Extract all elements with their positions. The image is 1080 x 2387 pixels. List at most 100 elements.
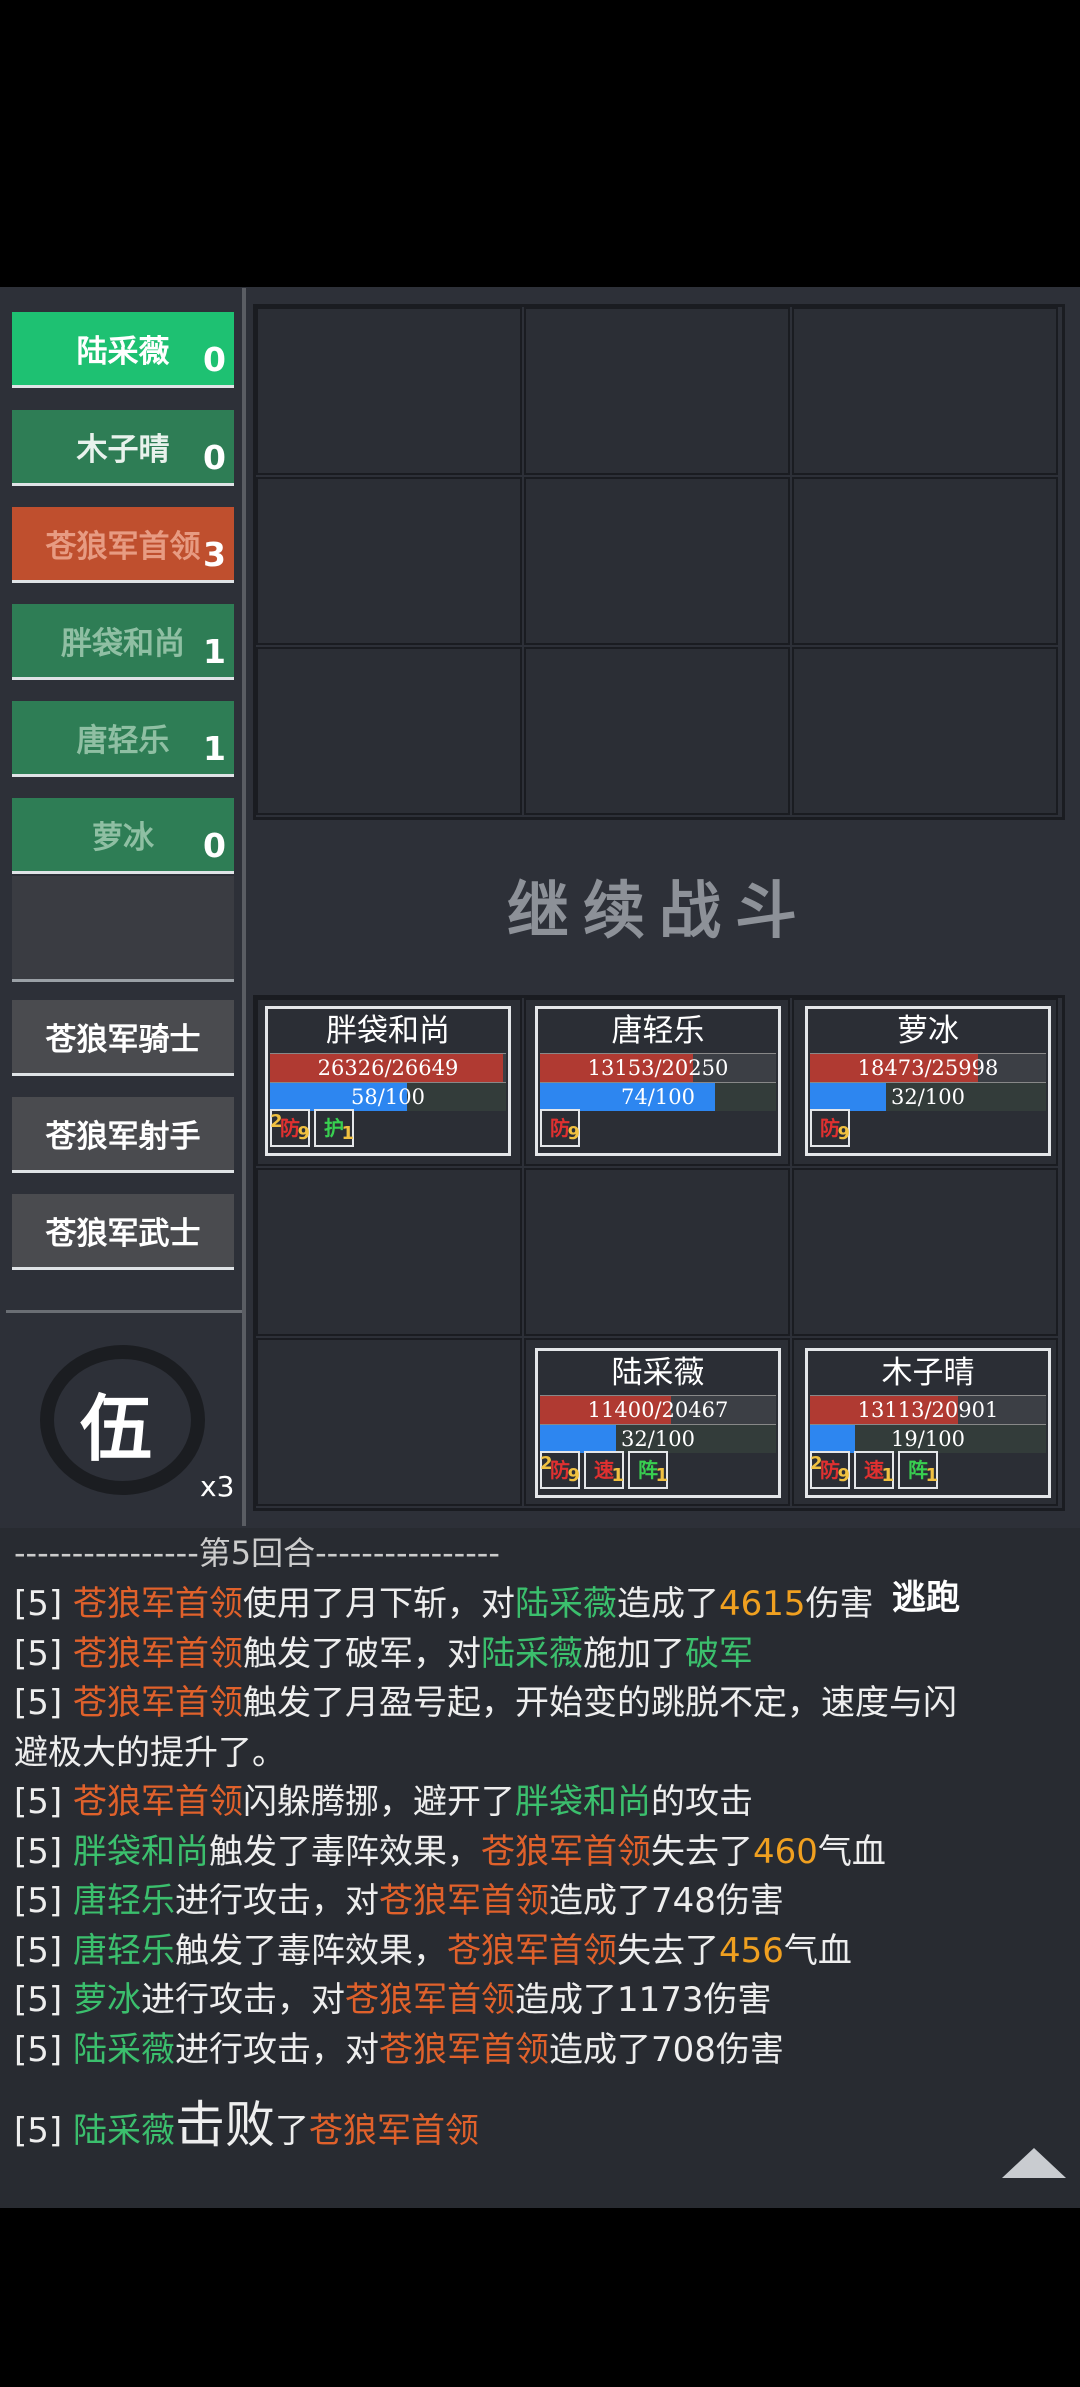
log-segment: 苍狼军首领: [72, 1584, 243, 1624]
hp-bar: 11400/20467: [540, 1395, 776, 1424]
grid-cell[interactable]: [792, 477, 1058, 645]
flee-button[interactable]: 逃跑: [892, 1570, 960, 1619]
buff-badge[interactable]: 防29: [810, 1451, 850, 1489]
turn-count: 0: [203, 340, 226, 379]
log-segment: 伤害: [805, 1584, 874, 1624]
buff-level: 9: [567, 1465, 580, 1486]
log-line: [5] 唐轻乐进行攻击，对苍狼军首领造成了748伤害: [14, 1873, 784, 1922]
grid-cell[interactable]: [256, 477, 522, 645]
log-segment: 了: [274, 2111, 309, 2151]
round-header: ----------------第5回合----------------: [14, 1534, 500, 1572]
mp-bar: 32/100: [540, 1424, 776, 1453]
buff-badge[interactable]: 防9: [810, 1109, 850, 1147]
log-line: [5] 苍狼军首领触发了月盈号起，开始变的跳脱不定，速度与闪: [14, 1675, 957, 1724]
buff-badge[interactable]: 阵1: [628, 1451, 668, 1489]
grid-cell[interactable]: [524, 477, 790, 645]
scroll-up-icon[interactable]: [1002, 2148, 1066, 2178]
turn-count: 1: [203, 632, 226, 671]
log-segment: 使用了月下斩，对: [242, 1584, 515, 1624]
buff-list: 防29速1阵1: [810, 1451, 938, 1493]
log-segment: 苍狼军首领: [72, 1633, 243, 1674]
enemy-item-1[interactable]: 苍狼军射手: [12, 1097, 234, 1173]
buff-badge[interactable]: 防29: [540, 1451, 580, 1489]
log-segment: 进行攻击，对: [174, 2029, 379, 2070]
buff-badge[interactable]: 速1: [854, 1451, 894, 1489]
turn-name: 胖袋和尚: [61, 626, 185, 662]
grid-cell[interactable]: [524, 647, 790, 815]
log-line: [5] 苍狼军首领使用了月下斩，对陆采薇造成了4615伤害: [14, 1576, 874, 1625]
log-segment: 陆采薇: [72, 2111, 175, 2151]
mp-bar: 74/100: [540, 1082, 776, 1111]
log-segment: [5]: [14, 1980, 73, 2020]
grid-cell[interactable]: [792, 307, 1058, 475]
turn-item-2[interactable]: 苍狼军首领 3: [12, 507, 234, 583]
buff-stack: 2: [540, 1453, 553, 1474]
hero-name: 胖袋和尚: [326, 1013, 450, 1049]
hero-card-2[interactable]: 萝冰 18473/25998 32/100 防9: [805, 1006, 1051, 1156]
buff-badge[interactable]: 防29: [270, 1109, 310, 1147]
buff-badge[interactable]: 阵1: [898, 1451, 938, 1489]
log-segment: [5]: [14, 1633, 73, 1674]
grid-cell[interactable]: [792, 1168, 1058, 1336]
grid-cell[interactable]: [524, 1168, 790, 1336]
log-segment: 陆采薇: [72, 2029, 175, 2070]
hero-card-1[interactable]: 唐轻乐 13153/20250 74/100 防9: [535, 1006, 781, 1156]
log-segment: 触发了破军，对: [242, 1633, 481, 1674]
turn-item-0[interactable]: 陆采薇 0: [12, 312, 234, 388]
mp-bar: 58/100: [270, 1082, 506, 1111]
hero-name: 唐轻乐: [611, 1013, 705, 1049]
turn-name: 苍狼军首领: [45, 529, 201, 565]
buff-badge[interactable]: 防9: [540, 1109, 580, 1147]
turn-count: 0: [203, 826, 226, 865]
grid-cell[interactable]: [256, 1338, 522, 1506]
turn-count: 1: [203, 729, 226, 768]
grid-cell[interactable]: [524, 307, 790, 475]
log-segment: 破军: [684, 1633, 753, 1674]
hp-text: 13113/20901: [857, 1398, 999, 1422]
log-segment: 456: [718, 1930, 784, 1971]
buff-badge[interactable]: 速1: [584, 1451, 624, 1489]
buff-level: 9: [567, 1123, 580, 1144]
grid-cell[interactable]: [792, 647, 1058, 815]
turn-slot-empty: [12, 876, 234, 982]
buff-level: 1: [881, 1465, 894, 1486]
turn-item-1[interactable]: 木子晴 0: [12, 410, 234, 486]
grid-cell[interactable]: [256, 647, 522, 815]
log-segment: [5]: [14, 1831, 73, 1872]
turn-item-3[interactable]: 胖袋和尚 1: [12, 604, 234, 680]
log-segment: 触发了月盈号起，开始变的跳脱不定，速度与闪: [242, 1683, 957, 1723]
turn-name: 陆采薇: [76, 334, 170, 370]
turn-count: 3: [203, 535, 226, 574]
grid-cell[interactable]: [256, 307, 522, 475]
log-segment: 的攻击: [650, 1782, 753, 1822]
enemy-item-0[interactable]: 苍狼军骑士: [12, 1000, 234, 1076]
buff-badge[interactable]: 护1: [314, 1109, 354, 1147]
log-segment: 触发了毒阵效果，: [174, 1930, 447, 1971]
hp-text: 26326/26649: [317, 1056, 459, 1080]
buff-level: 1: [655, 1465, 668, 1486]
hero-card-0[interactable]: 胖袋和尚 26326/26649 58/100 防29护1: [265, 1006, 511, 1156]
log-segment: [5]: [14, 1584, 73, 1624]
log-segment: 胖袋和尚: [514, 1782, 651, 1822]
hp-bar: 26326/26649: [270, 1053, 506, 1082]
mp-bar: 32/100: [810, 1082, 1046, 1111]
log-segment: 气血: [783, 1930, 852, 1971]
turn-item-4[interactable]: 唐轻乐 1: [12, 701, 234, 777]
continue-battle-button[interactable]: 继续战斗: [253, 860, 1065, 950]
log-segment: 胖袋和尚: [72, 1831, 209, 1872]
turn-item-5[interactable]: 萝冰 0: [12, 798, 234, 874]
log-segment: 苍狼军首领: [378, 1881, 549, 1921]
enemy-item-2[interactable]: 苍狼军武士: [12, 1194, 234, 1270]
enemy-name: 苍狼军武士: [45, 1216, 201, 1252]
log-segment: 460: [752, 1831, 818, 1872]
log-segment: 唐轻乐: [72, 1881, 175, 1921]
log-segment: [5]: [14, 1930, 73, 1971]
enemy-name: 苍狼军射手: [45, 1119, 201, 1155]
hp-text: 11400/20467: [587, 1398, 729, 1422]
grid-cell[interactable]: [256, 1168, 522, 1336]
log-segment: 造成了708伤害: [548, 2029, 784, 2070]
hero-card-4[interactable]: 木子晴 13113/20901 19/100 防29速1阵1: [805, 1348, 1051, 1498]
hero-card-3[interactable]: 陆采薇 11400/20467 32/100 防29速1阵1: [535, 1348, 781, 1498]
formation-badge[interactable]: 伍: [30, 1340, 210, 1500]
log-segment: 造成了1173伤害: [514, 1980, 772, 2020]
